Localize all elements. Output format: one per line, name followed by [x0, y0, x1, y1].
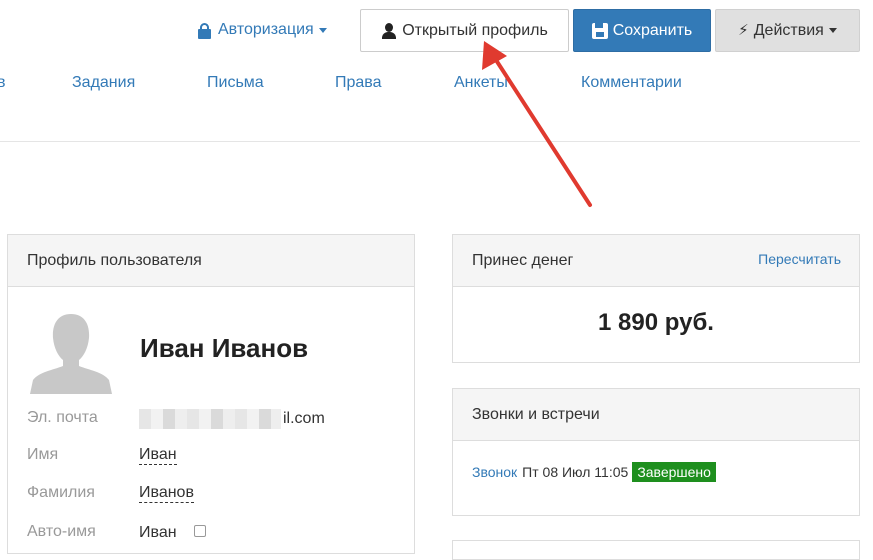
save-label: Сохранить	[612, 21, 693, 39]
email-label: Эл. почта	[27, 409, 98, 426]
auto-name-checkbox[interactable]	[194, 525, 206, 537]
email-domain: il.com	[283, 410, 325, 428]
calls-panel-header: Звонки и встречи	[453, 389, 859, 441]
last-name-field[interactable]: Иванов	[139, 484, 194, 503]
nav-item-questionnaires[interactable]: Анкеты	[454, 74, 508, 92]
nav-item-rights[interactable]: Права	[335, 74, 382, 92]
actions-dropdown[interactable]: ⚡︎ Действия	[715, 9, 860, 52]
call-datetime: Пт 08 Июл 11:05	[522, 464, 629, 480]
calls-panel-title: Звонки и встречи	[472, 405, 600, 423]
nav-item-tasks[interactable]: Задания	[72, 74, 135, 92]
first-name-value[interactable]: Иван	[139, 446, 177, 465]
nav-item-cut[interactable]: в	[0, 74, 6, 92]
auto-name-value: Иван	[139, 524, 177, 541]
money-amount: 1 890 руб.	[598, 309, 714, 336]
recalculate-link[interactable]: Пересчитать	[758, 251, 841, 267]
nav-divider	[0, 141, 860, 142]
caret-down-icon	[318, 27, 327, 33]
first-name-field[interactable]: Иван	[139, 446, 177, 465]
call-row: Звонок Пт 08 Июл 11:05 Завершено	[472, 462, 716, 482]
calls-panel: Звонки и встречи Звонок Пт 08 Июл 11:05 …	[452, 388, 860, 516]
first-name-label: Имя	[27, 446, 59, 463]
avatar-placeholder	[27, 308, 115, 394]
caret-down-icon	[828, 28, 837, 33]
save-button[interactable]: Сохранить	[573, 9, 711, 52]
authorization-label: Авторизация	[218, 21, 314, 38]
last-name-label: Фамилия	[27, 484, 95, 501]
call-link[interactable]: Звонок	[472, 464, 517, 480]
profile-panel: Профиль пользователя Иван Иванов Эл. поч…	[7, 234, 415, 554]
user-icon	[381, 22, 397, 39]
floppy-disk-icon	[591, 22, 608, 39]
actions-label: Действия	[753, 21, 824, 39]
profile-panel-title: Профиль пользователя	[27, 251, 202, 269]
nav-item-comments[interactable]: Комментарии	[581, 74, 682, 92]
lock-icon	[198, 22, 211, 39]
nav-item-letters[interactable]: Письма	[207, 74, 264, 92]
money-panel-header: Принес денег Пересчитать	[453, 235, 859, 287]
email-redacted	[139, 409, 281, 429]
user-full-name: Иван Иванов	[140, 333, 309, 363]
open-profile-label: Открытый профиль	[402, 21, 548, 39]
money-panel: Принес денег Пересчитать 1 890 руб.	[452, 234, 860, 363]
lightning-icon: ⚡︎	[738, 22, 749, 39]
next-panel-edge	[452, 540, 860, 560]
email-value: il.com	[139, 409, 325, 429]
auto-name-label: Авто-имя	[27, 523, 96, 540]
last-name-value[interactable]: Иванов	[139, 484, 194, 503]
profile-panel-header: Профиль пользователя	[8, 235, 414, 287]
open-profile-button[interactable]: Открытый профиль	[360, 9, 569, 52]
authorization-dropdown[interactable]: Авторизация	[198, 17, 327, 43]
status-badge: Завершено	[632, 462, 716, 482]
money-panel-title: Принес денег	[472, 251, 574, 269]
